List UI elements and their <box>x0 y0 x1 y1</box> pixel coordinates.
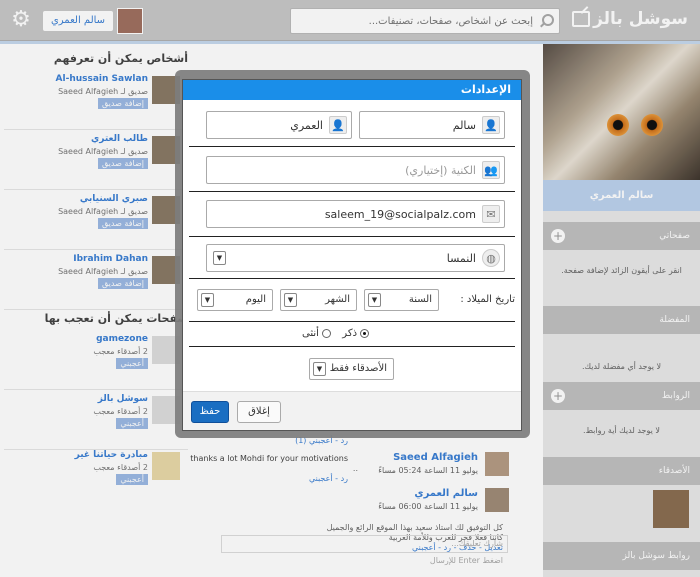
globe-icon: ◍ <box>482 249 500 267</box>
country-value: النمسا <box>446 252 476 265</box>
first-name-field[interactable]: 👤 سالم <box>359 111 505 139</box>
gender-male-label: ذكر <box>342 328 358 339</box>
gender-female-radio[interactable] <box>322 328 332 338</box>
save-button[interactable]: حفظ <box>191 401 229 423</box>
day-value: اليوم <box>245 294 266 305</box>
chevron-down-icon: ▼ <box>213 251 226 265</box>
birthdate-label: تاريخ الميلاد : <box>460 294 515 305</box>
birth-month-select[interactable]: الشهر ▼ <box>280 289 357 311</box>
privacy-value: الأصدقاء فقط <box>329 363 387 374</box>
email-value: saleem_19@socialpalz.com <box>324 208 476 221</box>
last-name-field[interactable]: 👤 العمري <box>206 111 352 139</box>
envelope-icon: ✉ <box>482 205 500 223</box>
year-value: السنة <box>408 294 432 305</box>
chevron-down-icon: ▼ <box>368 293 381 307</box>
nickname-field[interactable]: 👥 الكنية (إختياري) <box>206 156 505 184</box>
email-field[interactable]: ✉ saleem_19@socialpalz.com <box>206 200 505 228</box>
divider <box>189 278 515 279</box>
users-icon: 👥 <box>482 161 500 179</box>
gender-male-radio[interactable] <box>360 328 370 338</box>
divider <box>189 346 515 347</box>
chevron-down-icon: ▼ <box>313 362 326 376</box>
divider <box>189 236 515 237</box>
gender-female-label: أنثى <box>302 328 319 339</box>
birth-day-select[interactable]: اليوم ▼ <box>197 289 273 311</box>
user-icon: 👤 <box>482 116 500 134</box>
country-select[interactable]: ◍ النمسا ▼ <box>206 244 505 272</box>
last-name-value: العمري <box>290 119 323 132</box>
dialog-title: الإعدادات <box>183 80 521 100</box>
divider <box>189 321 515 322</box>
user-icon: 👤 <box>329 116 347 134</box>
privacy-select[interactable]: الأصدقاء فقط ▼ <box>309 358 394 380</box>
month-value: الشهر <box>325 294 350 305</box>
divider <box>189 146 515 147</box>
close-button[interactable]: إغلاق <box>237 401 281 423</box>
divider <box>189 191 515 192</box>
dialog-footer: حفظ إغلاق <box>183 391 521 430</box>
gender-group: ذكر أنثى <box>302 328 370 344</box>
first-name-value: سالم <box>452 119 476 132</box>
settings-dialog: الإعدادات 👤 سالم 👤 العمري 👥 الكنية (إختي… <box>182 79 522 431</box>
birth-year-select[interactable]: السنة ▼ <box>364 289 439 311</box>
nickname-placeholder: الكنية (إختياري) <box>405 164 476 177</box>
chevron-down-icon: ▼ <box>284 293 297 307</box>
chevron-down-icon: ▼ <box>201 293 214 307</box>
